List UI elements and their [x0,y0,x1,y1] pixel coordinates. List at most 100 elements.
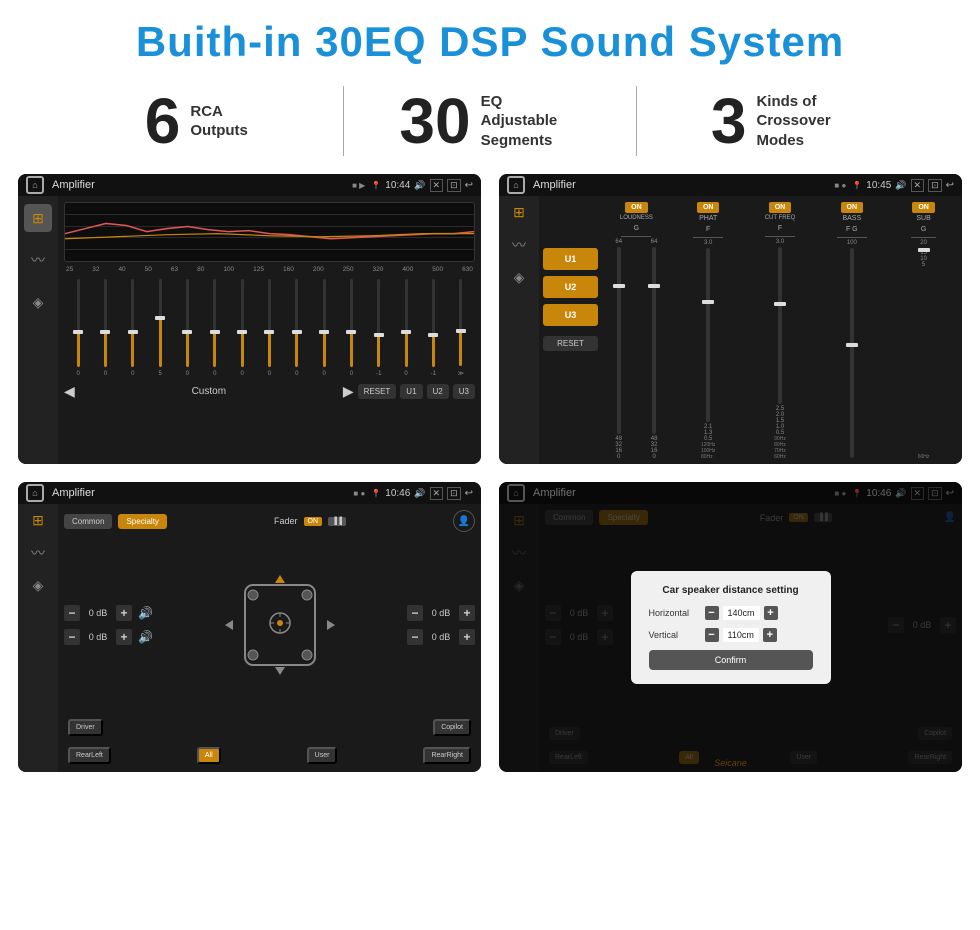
loudness-toggle[interactable]: ON [625,202,648,213]
fader-profile-btn[interactable]: 👤 [453,510,475,532]
slider-8[interactable]: 0 [257,277,281,377]
db-minus-tr[interactable]: − [407,605,423,621]
location-icon: 📍 [371,181,381,190]
phat-toggle[interactable]: ON [697,202,720,213]
reset-cross-btn[interactable]: RESET [543,336,598,351]
record-icon: ■ ▶ [352,181,365,190]
slider-3[interactable]: 0 [121,277,145,377]
x-icon-2[interactable]: ✕ [911,179,925,192]
on-badge[interactable]: ON [304,517,323,526]
back-icon-2[interactable]: ↩ [946,180,954,191]
tab-common[interactable]: Common [64,514,112,529]
db-ctrl-bl: − 0 dB + 🔊 [64,629,153,645]
ch-phat: ON PHAT F 3.0 2.11.30.5 [674,202,743,460]
slider-4[interactable]: 5 [148,277,172,377]
screen2-title: Amplifier [533,179,828,191]
home-icon-3[interactable]: ⌂ [26,484,44,502]
window-icon-2[interactable]: ⊡ [928,179,942,192]
x-icon-3[interactable]: ✕ [430,487,444,500]
rearleft-btn[interactable]: RearLeft [68,747,111,764]
header: Buith-in 30EQ DSP Sound System [0,0,980,76]
horizontal-minus[interactable]: − [705,606,719,620]
home-icon-2[interactable]: ⌂ [507,176,525,194]
back-icon-3[interactable]: ↩ [465,488,473,499]
eq-sidebar-icon-3[interactable]: ◈ [24,288,52,316]
sub-toggle[interactable]: ON [912,202,935,213]
db-plus-br[interactable]: + [459,629,475,645]
eq-graph [64,202,475,262]
window-icon[interactable]: ⊡ [447,179,461,192]
fader-icon-1[interactable]: ⊞ [32,512,44,529]
slider-11[interactable]: 0 [339,277,363,377]
slider-7[interactable]: 0 [230,277,254,377]
eq-bottom-bar: ◀ Custom ▶ RESET U1 U2 U3 [64,381,475,402]
fader-icon-2[interactable]: 〰 [31,543,45,563]
all-btn[interactable]: All [197,747,221,764]
copilot-btn[interactable]: Copilot [433,719,471,736]
db-minus-tl[interactable]: − [64,605,80,621]
slider-1[interactable]: 0 [66,277,90,377]
slider-5[interactable]: 0 [175,277,199,377]
slider-2[interactable]: 0 [93,277,117,377]
fader-title: Fader [274,516,298,526]
ch-bass: ON BASS F G 100 [817,202,886,460]
db-plus-bl[interactable]: + [116,629,132,645]
fader-icon-3[interactable]: ◈ [33,577,44,594]
cutfreq-toggle[interactable]: ON [769,202,792,213]
u3-cross-btn[interactable]: U3 [543,304,598,326]
db-val-bl: 0 dB [84,632,112,642]
slider-13[interactable]: 0 [394,277,418,377]
reset-btn[interactable]: RESET [358,384,397,399]
eq-preset-label: Custom [79,386,339,397]
x-icon[interactable]: ✕ [430,179,444,192]
window-icon-3[interactable]: ⊡ [447,487,461,500]
eq-sidebar-icon-1[interactable]: ⊞ [24,204,52,232]
divider-2 [636,86,637,156]
horizontal-value: 140cm [723,606,760,620]
confirm-button[interactable]: Confirm [649,650,813,670]
screen-fader: ⌂ Amplifier ■ ● 📍 10:46 🔊 ✕ ⊡ ↩ ⊞ 〰 ◈ Co… [18,482,481,772]
cross-icon-1[interactable]: ⊞ [513,204,525,221]
fader-slider-badge[interactable]: ▐▐ [328,517,346,526]
db-plus-tl[interactable]: + [116,605,132,621]
vertical-minus[interactable]: − [705,628,719,642]
slider-12[interactable]: -1 [367,277,391,377]
bass-toggle[interactable]: ON [841,202,864,213]
u1-btn[interactable]: U1 [400,384,422,399]
next-btn[interactable]: ▶ [343,383,354,400]
prev-btn[interactable]: ◀ [64,383,75,400]
db-minus-br[interactable]: − [407,629,423,645]
slider-10[interactable]: 0 [312,277,336,377]
speaker-icon-bl: 🔊 [138,630,153,644]
fader-sidebar: ⊞ 〰 ◈ [18,504,58,772]
tab-specialty[interactable]: Specialty [118,514,166,529]
status-icons-eq: 📍 10:44 🔊 ✕ ⊡ ↩ [371,179,473,192]
user-btn[interactable]: User [307,747,338,764]
slider-6[interactable]: 0 [203,277,227,377]
stat-eq: 30 EQ AdjustableSegments [354,89,627,153]
horizontal-label: Horizontal [649,608,699,618]
db-ctrl-br: − 0 dB + [407,629,475,645]
u2-cross-btn[interactable]: U2 [543,276,598,298]
db-plus-tr[interactable]: + [459,605,475,621]
rearright-btn[interactable]: RearRight [423,747,471,764]
page-title: Buith-in 30EQ DSP Sound System [20,18,960,66]
cross-icon-2[interactable]: 〰 [512,235,526,255]
stat-number-3: 3 [711,89,747,153]
vertical-plus[interactable]: + [763,628,777,642]
back-icon[interactable]: ↩ [465,180,473,191]
slider-14[interactable]: -1 [421,277,445,377]
eq-sidebar-icon-2[interactable]: 〰 [24,246,52,274]
db-minus-bl[interactable]: − [64,629,80,645]
slider-15[interactable]: ≫ [449,277,473,377]
slider-9[interactable]: 0 [285,277,309,377]
driver-btn[interactable]: Driver [68,719,103,736]
u3-btn[interactable]: U3 [453,384,475,399]
u2-btn[interactable]: U2 [427,384,449,399]
horizontal-plus[interactable]: + [764,606,778,620]
home-icon[interactable]: ⌂ [26,176,44,194]
stat-label-eq: EQ AdjustableSegments [481,92,581,151]
u1-cross-btn[interactable]: U1 [543,248,598,270]
ch-sub: ON SUB G 20 15105 [889,202,958,460]
cross-icon-3[interactable]: ◈ [514,269,525,286]
